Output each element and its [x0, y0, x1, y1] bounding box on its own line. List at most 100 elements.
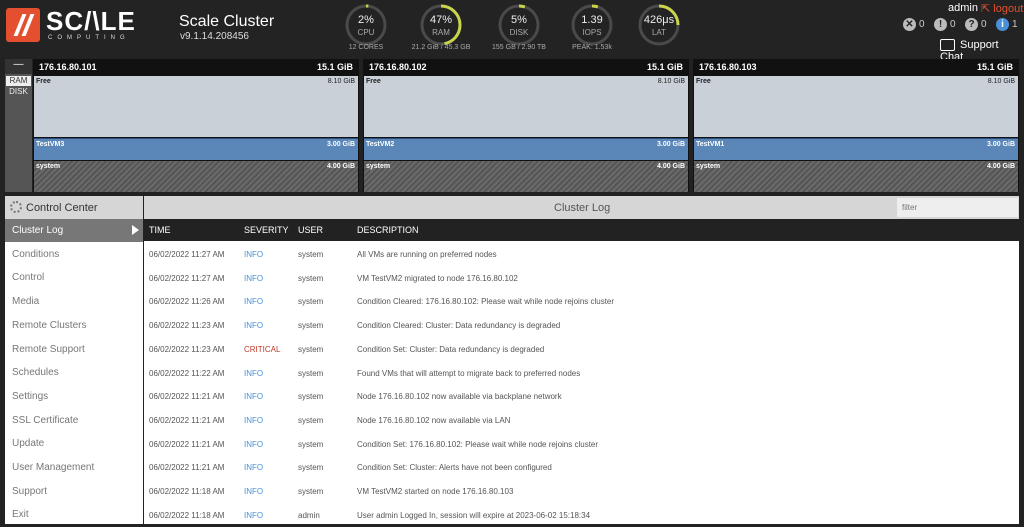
node-ip: 176.16.80.102 — [369, 62, 427, 72]
sidebar-item-control[interactable]: Control — [5, 266, 143, 289]
row-severity: INFO — [244, 368, 264, 378]
node-card[interactable]: 176.16.80.101 15.1 GiB Free 8.10 GiB TestVM3… — [33, 59, 359, 192]
x-circle-icon[interactable]: ✕ — [903, 18, 916, 31]
table-row[interactable]: 06/02/2022 11:21 AM INFO system Condition S… — [144, 433, 1019, 457]
sidebar-item-user-management[interactable]: User Management — [5, 456, 143, 479]
gear-icon — [10, 201, 22, 213]
system-segment: system 4.00 GiB — [694, 161, 1018, 192]
info-icon[interactable]: i — [996, 18, 1009, 31]
gauge-lat: 426μs LAT — [637, 3, 681, 47]
row-time: 06/02/2022 11:23 AM — [149, 321, 225, 331]
top-bar: SC/\LE COMPUTING Scale Cluster v9.1.14.2… — [0, 0, 1024, 63]
warning-icon[interactable]: ! — [934, 18, 947, 31]
sidebar-item-conditions[interactable]: Conditions — [5, 243, 143, 266]
gauge-disk: 5% DISK — [497, 3, 541, 47]
row-time: 06/02/2022 11:21 AM — [149, 463, 225, 473]
table-row[interactable]: 06/02/2022 11:22 AM INFO system Found VMs t… — [144, 362, 1019, 386]
gauge-value: 47% — [429, 14, 453, 26]
node-card[interactable]: 176.16.80.102 15.1 GiB Free 8.10 GiB TestVM2… — [363, 59, 689, 192]
sidebar-item-settings[interactable]: Settings — [5, 385, 143, 408]
sidebar-item-remote-support[interactable]: Remote Support — [5, 338, 143, 361]
row-severity: INFO — [244, 273, 264, 283]
alert-count: 0 — [919, 19, 925, 30]
column-severity[interactable]: SEVERITY — [244, 225, 289, 235]
user-name[interactable]: admin — [948, 2, 978, 14]
column-time[interactable]: TIME — [149, 225, 171, 235]
table-row[interactable]: 06/02/2022 11:23 AM INFO system Condition C… — [144, 314, 1019, 338]
table-row[interactable]: 06/02/2022 11:26 AM INFO system Condition C… — [144, 290, 1019, 314]
row-severity: INFO — [244, 510, 264, 520]
ram-disk-toggle: — RAM DISK — [5, 59, 32, 192]
sidebar-item-cluster-log[interactable]: Cluster Log — [5, 219, 143, 242]
sidebar-item-label: Support — [12, 485, 48, 497]
filter-input[interactable] — [897, 198, 1018, 217]
sidebar-item-label: SSL Certificate — [12, 414, 79, 426]
row-severity: CRITICAL — [244, 344, 281, 354]
row-time: 06/02/2022 11:18 AM — [149, 510, 225, 520]
row-description: Found VMs that will attempt to migrate b… — [357, 368, 581, 378]
node-total-ram: 15.1 GiB — [316, 62, 353, 72]
table-row[interactable]: 06/02/2022 11:18 AM INFO system VM TestVM2 … — [144, 480, 1019, 504]
logout-label: logout — [993, 3, 1024, 15]
row-severity: INFO — [244, 439, 264, 449]
gauge-label: RAM — [432, 28, 450, 37]
row-description: VM TestVM2 migrated to node 176.16.80.10… — [357, 273, 518, 283]
ram-tab[interactable]: RAM — [6, 76, 31, 86]
node-card[interactable]: 176.16.80.103 15.1 GiB Free 8.10 GiB TestVM1… — [693, 59, 1019, 192]
row-description: Condition Set: 176.16.80.102: Please wai… — [357, 439, 599, 449]
logo-text: SC/\LE — [46, 6, 136, 36]
row-user: system — [298, 415, 324, 425]
sidebar-item-ssl-certificate[interactable]: SSL Certificate — [5, 409, 143, 432]
vm-segment[interactable]: TestVM3 3.00 GiB — [34, 138, 358, 160]
question-icon[interactable]: ? — [965, 18, 978, 31]
sidebar-item-update[interactable]: Update — [5, 432, 143, 455]
sidebar-item-label: Media — [12, 296, 40, 308]
row-description: Node 176.16.80.102 now available via LAN — [357, 415, 511, 425]
disk-tab[interactable]: DISK — [6, 87, 31, 97]
control-center-sidebar: Control Center Cluster Log Conditions Cont… — [5, 196, 143, 524]
system-label: system — [366, 163, 391, 170]
node-total-ram: 15.1 GiB — [976, 62, 1013, 72]
gauge-value: 5% — [511, 14, 527, 26]
logout-link[interactable]: ⇱ logout — [981, 2, 1023, 15]
sidebar-item-exit[interactable]: Exit — [5, 503, 143, 526]
vm-segment[interactable]: TestVM2 3.00 GiB — [364, 138, 688, 160]
table-row[interactable]: 06/02/2022 11:21 AM INFO system Node 176.16… — [144, 409, 1019, 433]
arrow-right-icon — [132, 225, 139, 235]
vm-name: TestVM2 — [366, 141, 395, 148]
table-row[interactable]: 06/02/2022 11:23 AM CRITICAL system Conditi… — [144, 338, 1019, 362]
sidebar-item-label: Cluster Log — [12, 225, 64, 236]
log-table-header: TIME SEVERITY USER DESCRIPTION — [144, 219, 1019, 241]
row-time: 06/02/2022 11:27 AM — [149, 250, 225, 259]
vm-segment[interactable]: TestVM1 3.00 GiB — [694, 138, 1018, 160]
collapse-button[interactable]: — — [5, 59, 32, 74]
table-row[interactable]: 06/02/2022 11:27 AM INFO system VM TestVM2 … — [144, 267, 1019, 291]
row-user: system — [298, 273, 324, 283]
sidebar-item-media[interactable]: Media — [5, 290, 143, 313]
sidebar-item-label: Remote Clusters — [12, 319, 87, 331]
row-user: system — [298, 487, 324, 496]
row-description: User admin Logged In, session will expir… — [357, 510, 591, 520]
column-user[interactable]: USER — [298, 225, 323, 235]
sidebar-item-label: Settings — [12, 390, 49, 402]
free-label: Free — [366, 78, 381, 85]
free-size: 8.10 GiB — [657, 78, 685, 85]
row-severity: INFO — [244, 321, 264, 331]
sidebar-item-label: Update — [12, 438, 45, 450]
sidebar-item-label: Schedules — [12, 367, 59, 379]
cluster-name: Scale Cluster — [179, 13, 275, 30]
logo-subtext: COMPUTING — [48, 35, 130, 41]
cluster-log-title: Cluster Log — [554, 202, 611, 214]
node-header: 176.16.80.102 15.1 GiB — [363, 59, 689, 76]
gauge-iops: 1.39 IOPS — [570, 3, 614, 47]
gauge-value: 2% — [358, 14, 374, 26]
row-severity: INFO — [244, 392, 264, 402]
row-severity: INFO — [244, 415, 264, 425]
sidebar-item-schedules[interactable]: Schedules — [5, 361, 143, 384]
sidebar-item-support[interactable]: Support — [5, 480, 143, 503]
table-row[interactable]: 06/02/2022 11:27 AM INFO system All VMs are… — [144, 243, 1019, 267]
sidebar-item-remote-clusters[interactable]: Remote Clusters — [5, 314, 143, 337]
table-row[interactable]: 06/02/2022 11:21 AM INFO system Node 176.16… — [144, 385, 1019, 409]
table-row[interactable]: 06/02/2022 11:21 AM INFO system Condition S… — [144, 456, 1019, 480]
column-description[interactable]: DESCRIPTION — [357, 225, 419, 235]
